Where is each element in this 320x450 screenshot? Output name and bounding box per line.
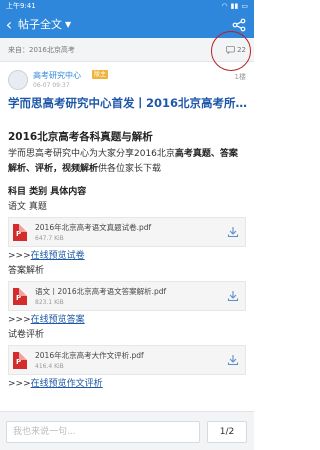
floor-number: 1楼 (234, 73, 246, 81)
section-label: 试卷评析 (8, 330, 45, 340)
wifi-icon: ◠ (221, 2, 228, 10)
section-label: 答案解析 (8, 266, 45, 276)
bottom-bar: 1/2 (0, 411, 254, 450)
avatar[interactable] (8, 70, 28, 90)
preview-link[interactable]: 在线预览试卷 (31, 251, 85, 261)
battery-icon: ▭ (241, 2, 248, 10)
page-indicator-button[interactable]: 1/2 (207, 421, 247, 443)
section-label: 语文 真题 (8, 202, 47, 212)
preview-link-row: >>>在线预览试卷 (8, 251, 85, 261)
signal-icon: ▮▮ (230, 2, 239, 10)
chevron-down-icon: ▼ (65, 20, 72, 29)
comment-input[interactable] (6, 421, 200, 443)
post-source[interactable]: 来自：2016北京高考 (8, 45, 75, 55)
file-size: 823.1 KiB (35, 299, 64, 306)
pdf-icon: P (13, 287, 27, 305)
back-chevron-icon[interactable]: ‹ (0, 12, 18, 38)
download-icon[interactable] (227, 226, 239, 238)
pdf-icon: P (13, 223, 27, 241)
file-attachment[interactable]: P 2016年北京高考大作文评析.pdf 416.4 KiB (8, 345, 246, 375)
comment-bubble-icon (226, 45, 235, 54)
table-columns: 科目 类别 具体内容 (8, 187, 87, 197)
download-icon[interactable] (227, 354, 239, 366)
post-title: 学而思高考研究中心首发丨2016北京高考所… (8, 96, 248, 110)
status-bar: 上午9:41 ◠ ▮▮ ▭ (0, 0, 254, 12)
status-time: 上午9:41 (6, 2, 36, 10)
post-time: 06-07 09:37 (33, 82, 70, 89)
reply-count-value: 22 (237, 45, 246, 54)
preview-link[interactable]: 在线预览作文评析 (31, 379, 103, 389)
status-icons: ◠ ▮▮ ▭ (222, 0, 248, 12)
file-size: 647.7 KiB (35, 235, 64, 242)
post-meta-bar: 来自：2016北京高考 22 (0, 38, 254, 62)
intro-paragraph: 学而思高考研究中心为大家分享2016北京高考真题、答案解析、评析，视频解析供各位… (8, 149, 238, 174)
top-bar: ‹ 帖子全文 ▼ (0, 12, 254, 38)
file-name: 2016年北京高考语文真题试卷.pdf (35, 223, 152, 232)
preview-link-row: >>>在线预览答案 (8, 315, 85, 325)
file-name: 语文丨2016北京高考语文答案解析.pdf (35, 287, 167, 296)
preview-link-row: >>>在线预览作文评析 (8, 379, 103, 389)
author-row: 高考研究中心 版主 06-07 09:37 1楼 (8, 68, 246, 92)
page-title[interactable]: 帖子全文 ▼ (18, 12, 71, 38)
moderator-badge: 版主 (92, 70, 109, 79)
file-attachment[interactable]: P 语文丨2016北京高考语文答案解析.pdf 823.1 KiB (8, 281, 246, 311)
file-name: 2016年北京高考大作文评析.pdf (35, 351, 144, 360)
file-size: 416.4 KiB (35, 363, 64, 370)
file-attachment[interactable]: P 2016年北京高考语文真题试卷.pdf 647.7 KiB (8, 217, 246, 247)
preview-link[interactable]: 在线预览答案 (31, 315, 85, 325)
post-content: 2016北京高考各科真题与解析 学而思高考研究中心为大家分享2016北京高考真题… (8, 128, 246, 392)
content-heading: 2016北京高考各科真题与解析 (8, 131, 153, 143)
author-name[interactable]: 高考研究中心 (33, 70, 81, 81)
share-icon[interactable] (232, 18, 246, 32)
reply-count[interactable]: 22 (226, 46, 246, 54)
download-icon[interactable] (227, 290, 239, 302)
pdf-icon: P (13, 351, 27, 369)
